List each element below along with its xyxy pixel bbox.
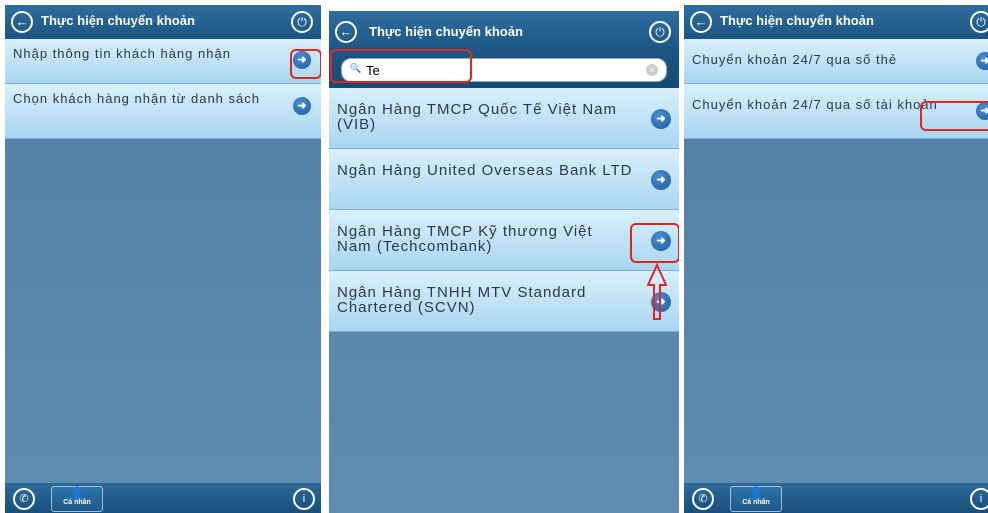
screen-title: Thực hiện chuyển khoản	[369, 24, 523, 39]
highlight-box	[290, 49, 321, 79]
header-bar: ← Thực hiện chuyển khoản ⏻	[5, 5, 321, 39]
list-item-bank[interactable]: Ngân Hàng TMCP Kỹ thương Việt Nam (Techc…	[329, 210, 679, 271]
personal-label: Cá nhân	[742, 499, 770, 506]
list-item-bank[interactable]: Ngân Hàng TNHH MTV Standard Chartered (S…	[329, 271, 679, 332]
back-icon[interactable]: ←	[11, 11, 33, 33]
list-item-label: Ngân Hàng TNHH MTV Standard Chartered (S…	[337, 284, 587, 316]
highlight-box	[920, 101, 988, 131]
personal-button[interactable]: 👤 Cá nhân	[51, 486, 103, 512]
highlight-box	[630, 223, 679, 263]
personal-label: Cá nhân	[63, 499, 91, 506]
list-item-card-transfer[interactable]: Chuyển khoản 24/7 qua số thẻ ➜	[684, 39, 988, 84]
arrow-right-icon[interactable]: ➜	[976, 52, 988, 70]
list-item-choose-from-list[interactable]: Chọn khách hàng nhận từ danh sách ➜	[5, 84, 321, 139]
personal-button[interactable]: 👤 Cá nhân	[730, 486, 782, 512]
screen-title: Thực hiện chuyển khoản	[41, 13, 195, 28]
person-icon: 👤	[748, 486, 764, 500]
list-item-label: Chọn khách hàng nhận từ danh sách	[13, 91, 260, 106]
list-item-label: Chuyển khoản 24/7 qua số tài khoản	[692, 97, 938, 112]
footer-bar: ✆ 👤 Cá nhân i	[5, 483, 321, 513]
person-icon: 👤	[69, 486, 85, 500]
phone-icon[interactable]: ✆	[692, 488, 714, 510]
list-item-label: Nhập thông tin khách hàng nhận	[13, 46, 231, 61]
arrow-right-icon[interactable]: ➜	[293, 97, 311, 115]
footer-bar: ✆ 👤 Cá nhân i	[684, 483, 988, 513]
panel-bank-search: ← Thực hiện chuyển khoản ⏻ 🔍 × Ngân Hàng…	[329, 11, 679, 513]
list-item-label: Ngân Hàng United Overseas Bank LTD	[337, 162, 633, 179]
arrow-right-icon[interactable]: ➜	[651, 109, 671, 129]
list-item-label: Ngân Hàng TMCP Kỹ thương Việt Nam (Techc…	[337, 223, 593, 255]
header-bar: ← Thực hiện chuyển khoản ⏻	[329, 11, 679, 51]
power-icon[interactable]: ⏻	[649, 21, 671, 43]
list-item-enter-recipient[interactable]: Nhập thông tin khách hàng nhận ➜	[5, 39, 321, 84]
highlight-box	[330, 49, 472, 83]
screen-title: Thực hiện chuyển khoản	[720, 13, 874, 28]
list-item-label: Chuyển khoản 24/7 qua số thẻ	[692, 52, 898, 67]
panel-recipient-options: ← Thực hiện chuyển khoản ⏻ Nhập thông ti…	[5, 5, 321, 513]
info-icon[interactable]: i	[970, 488, 988, 510]
panel-transfer-options: ← Thực hiện chuyển khoản ⏻ Chuyển khoản …	[684, 5, 988, 513]
arrow-right-icon[interactable]: ➜	[651, 170, 671, 190]
back-icon[interactable]: ←	[690, 11, 712, 33]
up-arrow-indicator	[646, 262, 668, 326]
list-item-bank[interactable]: Ngân Hàng TMCP Quốc Tế Việt Nam (VIB) ➜	[329, 88, 679, 149]
phone-icon[interactable]: ✆	[13, 488, 35, 510]
back-icon[interactable]: ←	[335, 21, 357, 43]
list-item-label: Ngân Hàng TMCP Quốc Tế Việt Nam (VIB)	[337, 101, 618, 133]
header-bar: ← Thực hiện chuyển khoản ⏻	[684, 5, 988, 39]
power-icon[interactable]: ⏻	[291, 11, 313, 33]
list-item-bank[interactable]: Ngân Hàng United Overseas Bank LTD ➜	[329, 149, 679, 210]
clear-icon[interactable]: ×	[646, 64, 658, 76]
info-icon[interactable]: i	[293, 488, 315, 510]
power-icon[interactable]: ⏻	[970, 11, 988, 33]
